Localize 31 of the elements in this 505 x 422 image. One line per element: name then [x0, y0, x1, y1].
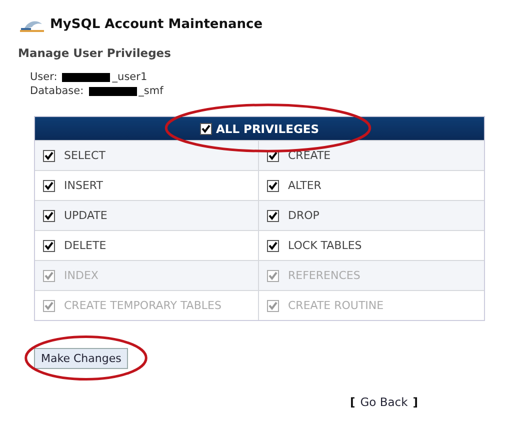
checkbox-label: INDEX [64, 269, 98, 282]
checkbox[interactable] [43, 180, 55, 192]
checkbox[interactable] [267, 210, 279, 222]
checkbox-label: CREATE [288, 149, 331, 162]
checkbox-label: SELECT [64, 149, 106, 162]
page-title: MySQL Account Maintenance [50, 16, 263, 32]
checkbox-label: UPDATE [64, 209, 108, 222]
checkbox[interactable] [43, 240, 55, 252]
checkbox[interactable] [267, 240, 279, 252]
checkbox-label: REFERENCES [288, 269, 360, 282]
checkbox-label: DROP [288, 209, 320, 222]
section-title: Manage User Privileges [18, 46, 172, 60]
make-changes-button[interactable]: Make Changes [34, 348, 128, 369]
bracket: [ [350, 395, 356, 409]
field-label: User: [30, 70, 58, 84]
checkbox-label: DELETE [64, 239, 106, 252]
checkbox-label: ALTER [288, 179, 322, 192]
checkbox-label: CREATE ROUTINE [288, 299, 384, 312]
checkbox-label: INSERT [64, 179, 103, 192]
field-value: _smf [138, 84, 164, 98]
bracket: ] [412, 395, 418, 409]
checkbox[interactable] [267, 180, 279, 192]
checkbox-label: ALL PRIVILEGES [216, 122, 320, 136]
checkbox[interactable] [43, 150, 55, 162]
checkbox[interactable] [43, 210, 55, 222]
checkbox-label: LOCK TABLES [288, 239, 362, 252]
field-label: Database: [30, 84, 84, 98]
checkbox-label: CREATE TEMPORARY TABLES [64, 299, 222, 312]
checkbox[interactable] [200, 122, 212, 134]
go-back-link[interactable]: Go Back [360, 395, 408, 409]
field-value: _user1 [112, 70, 148, 84]
